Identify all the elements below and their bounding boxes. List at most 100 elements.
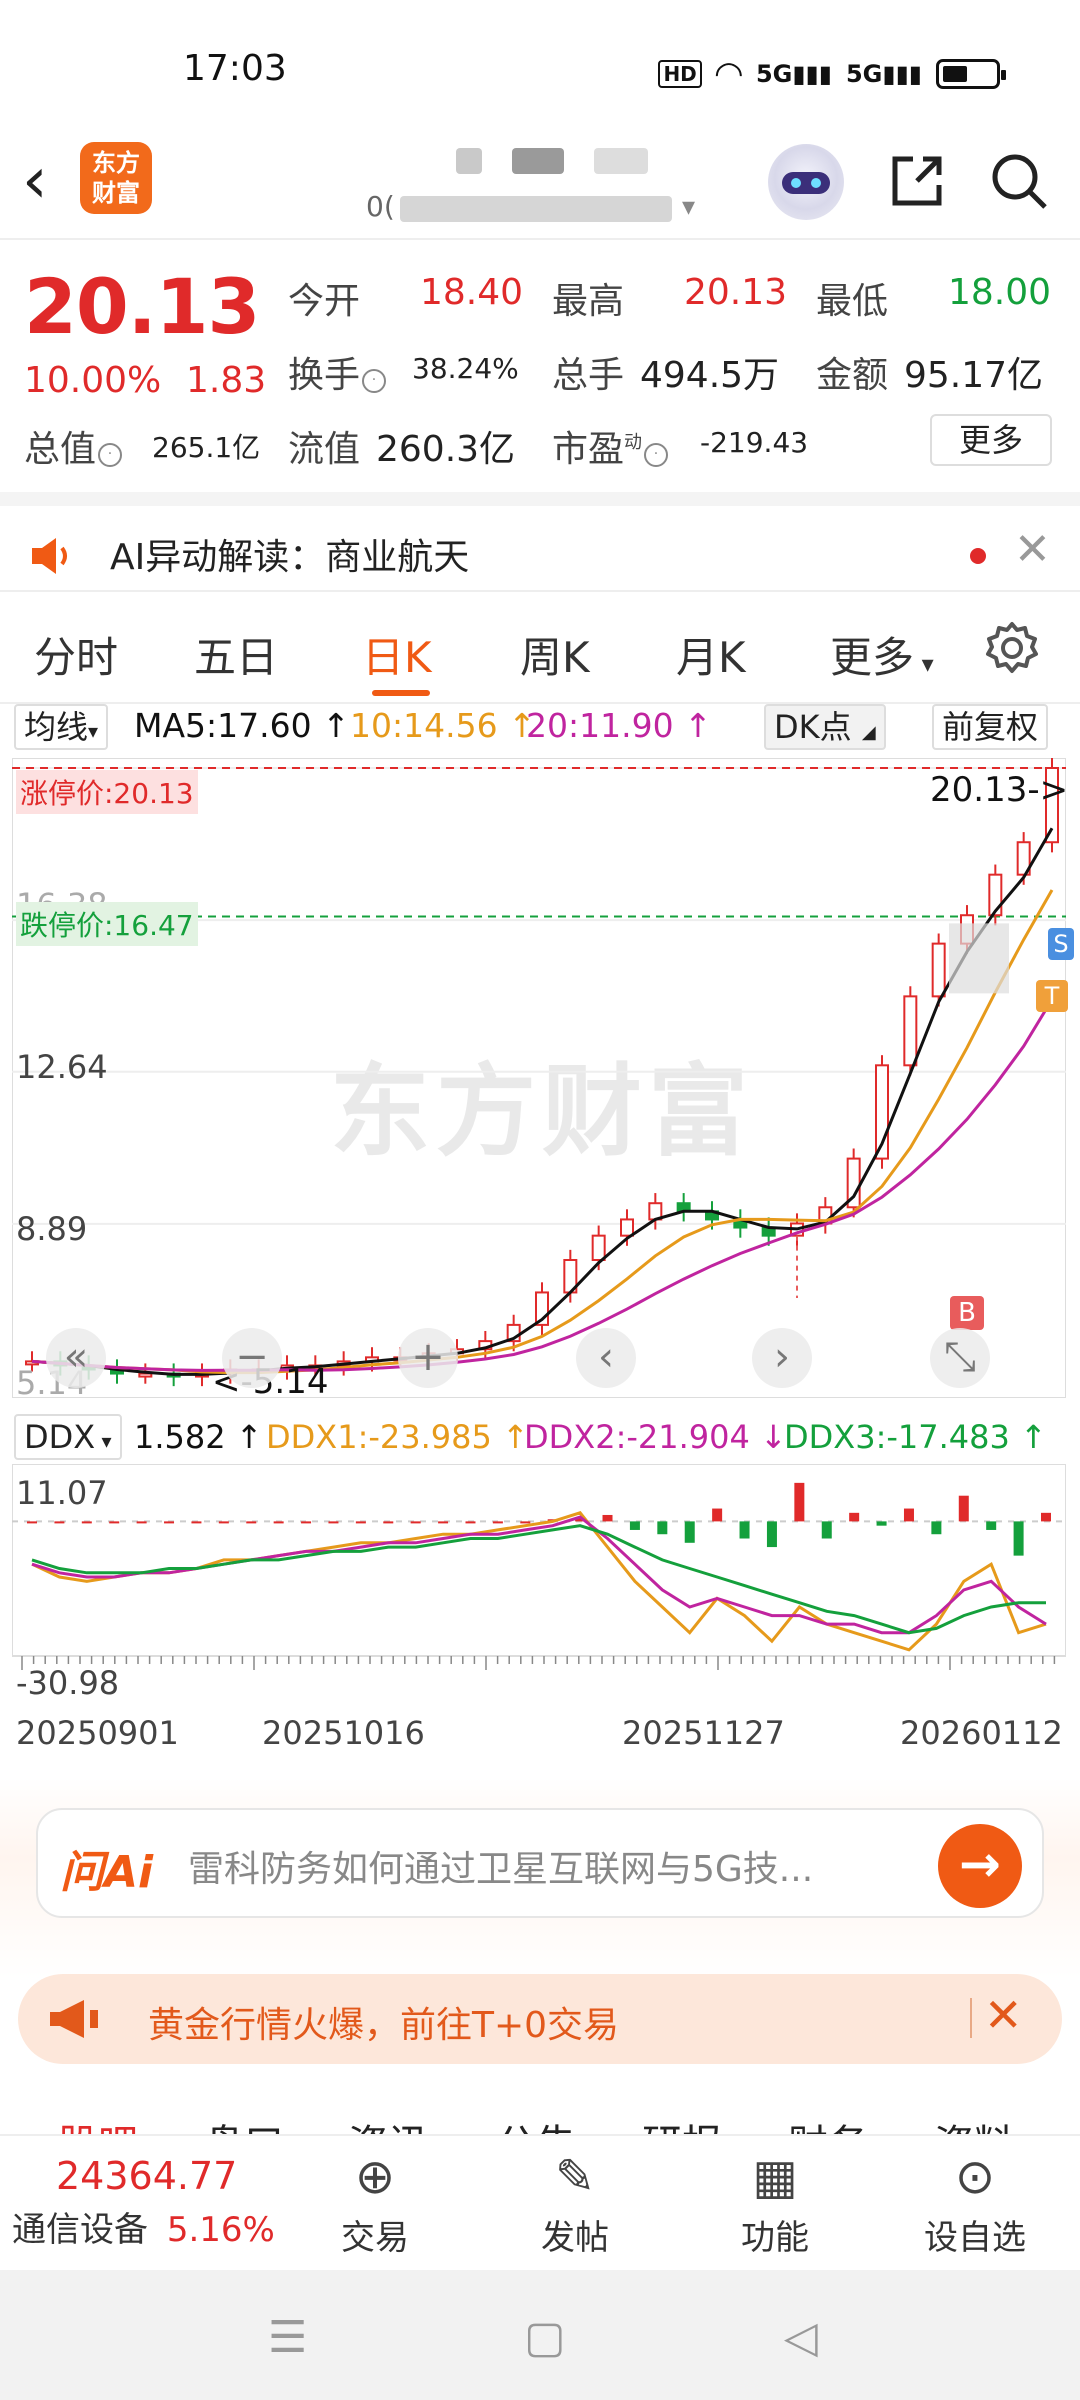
ddx3-line [31,1524,1046,1635]
status-bar: 17:03 HD ◠ 5G▮▮▮ 5G▮▮▮ [0,0,1080,130]
float-value: 260.3亿 [376,429,516,470]
date-label-1: 20250901 [16,1714,179,1752]
volume-value: 494.5万 [640,355,780,396]
info-icon[interactable]: · [644,443,669,467]
ddx-bar [794,1482,805,1522]
tab-more[interactable]: 更多 ▾ [830,624,934,685]
dk-point-toggle[interactable]: DK点 ◢ [764,704,886,750]
float-label: 流值 [288,429,361,470]
ai-robot-icon[interactable] [768,144,844,220]
prev-button[interactable]: ‹ [576,1328,636,1388]
period-tabs: 分时 五日 日K 周K 月K 更多 ▾ [0,594,1080,704]
apps-grid-icon: ▦ [752,2149,798,2205]
status-time: 17:03 [183,48,287,89]
kline-chart[interactable] [12,758,1066,1398]
turnover-value: 38.24% [412,352,519,385]
indicator-selector[interactable]: 均线▾ [14,704,109,750]
ddx-bar [410,1521,421,1524]
menu-icon[interactable]: ☰ [268,2312,307,2363]
date-label-4: 20260112 [900,1714,1063,1752]
axis-label-2: 12.64 [16,1048,108,1086]
unread-dot [970,548,986,564]
low-value: 18.00 [948,272,1052,313]
ddx-bar [766,1521,777,1548]
last-price: 20.13 [24,262,260,351]
back-arrow-icon[interactable]: ‹ [22,144,48,218]
zoom-in-button[interactable]: + [398,1328,458,1388]
ddx-chart[interactable] [12,1464,1066,1694]
post-button[interactable]: ✎ 发帖 [510,2144,640,2259]
stock-code[interactable]: 0( [366,190,395,223]
zoom-out-button[interactable]: − [222,1328,282,1388]
edit-icon: ✎ [554,2149,596,2205]
functions-button[interactable]: ▦ 功能 [710,2144,840,2259]
add-watchlist-button[interactable]: ⊙ 设自选 [910,2144,1040,2259]
amount-value: 95.17亿 [904,355,1044,396]
back-icon[interactable]: ◁ [784,2312,818,2363]
ddx-bar [492,1521,503,1524]
more-button[interactable]: 更多 [930,414,1052,466]
promo-text[interactable]: 黄金行情火爆，前往T+0交易 [148,1996,619,2048]
scroll-left-button[interactable]: « [46,1328,106,1388]
arrow-right-icon[interactable]: → [938,1824,1022,1908]
sell-marker: S [1048,928,1074,960]
close-icon[interactable]: ✕ [1014,524,1051,575]
ddx-bar [383,1521,394,1524]
ddx-bar [629,1521,640,1530]
last-price-label: 20.13-> [930,770,1069,810]
tab-five-day[interactable]: 五日 [194,624,278,685]
position-zone [949,923,1009,994]
open-value: 18.40 [420,272,524,313]
ask-ai-prompt[interactable]: 雷科防务如何通过卫星互联网与5G技... [188,1840,813,1892]
limit-up-label: 涨停价:20.13 [16,770,198,814]
search-icon[interactable] [982,144,1056,218]
tab-weekly-k[interactable]: 周K [520,624,590,685]
industry-index[interactable]: 24364.77 通信设备 5.16% [12,2154,282,2251]
ai-insight-bar[interactable]: AI异动解读：商业航天 ✕ [0,492,1080,592]
ddx-bar [986,1521,997,1530]
ddx-bar [821,1521,832,1539]
ddx-axis-bottom: -30.98 [16,1664,120,1702]
ddx-bar [438,1521,449,1524]
share-icon[interactable] [880,144,954,218]
adjust-mode-button[interactable]: 前复权 [932,704,1049,750]
t-marker: T [1036,980,1068,1012]
next-button[interactable]: › [752,1328,812,1388]
date-label-2: 20251016 [262,1714,425,1752]
chevron-down-icon[interactable]: ▾ [682,192,695,222]
ddx-bar [273,1521,284,1524]
info-icon[interactable]: · [362,369,387,393]
promo-banner[interactable]: 黄金行情火爆，前往T+0交易 ✕ [18,1974,1062,2064]
ddx3-value: DDX3:-17.483 ↑ [784,1418,1047,1456]
ddx-bar [520,1521,531,1524]
ddx-bar [54,1521,65,1524]
mktcap-value: 265.1亿 [152,431,261,464]
promo-divider [970,1998,972,2038]
ddx-selector[interactable]: DDX ▾ [14,1414,122,1460]
fullscreen-button[interactable]: ⤡ [930,1328,990,1388]
settings-gear-icon[interactable] [984,620,1040,680]
ask-ai-box[interactable]: 问Ai 雷科防务如何通过卫星互联网与5G技... → [36,1808,1044,1918]
stock-name-blurred [456,148,482,174]
ddx1-value: DDX1:-23.985 ↑ [266,1418,529,1456]
candle-body [931,942,946,998]
ma10-value: 10:14.56 ↑ [350,706,536,745]
ask-ai-logo: 问Ai [60,1847,154,1898]
tab-daily-k[interactable]: 日K [362,624,432,685]
ddx-bar [191,1521,202,1524]
home-icon[interactable]: ▢ [524,2312,566,2363]
info-icon[interactable]: · [98,443,123,467]
ddx-bar [739,1521,750,1539]
ddx-bar [931,1521,942,1535]
ddx-bar [328,1521,339,1524]
ma5-value: MA5:17.60 ↑ [134,706,350,745]
ddx-bar [903,1508,914,1522]
pe-value: -219.43 [700,426,809,459]
ddx-bar [712,1508,723,1522]
close-icon[interactable]: ✕ [984,1988,1023,2042]
tab-monthly-k[interactable]: 月K [676,624,746,685]
axis-label-3: 8.89 [16,1210,88,1248]
tab-intraday[interactable]: 分时 [34,624,118,685]
ai-insight-text[interactable]: AI异动解读：商业航天 [110,528,469,580]
trade-button[interactable]: ⊕ 交易 [310,2144,440,2259]
